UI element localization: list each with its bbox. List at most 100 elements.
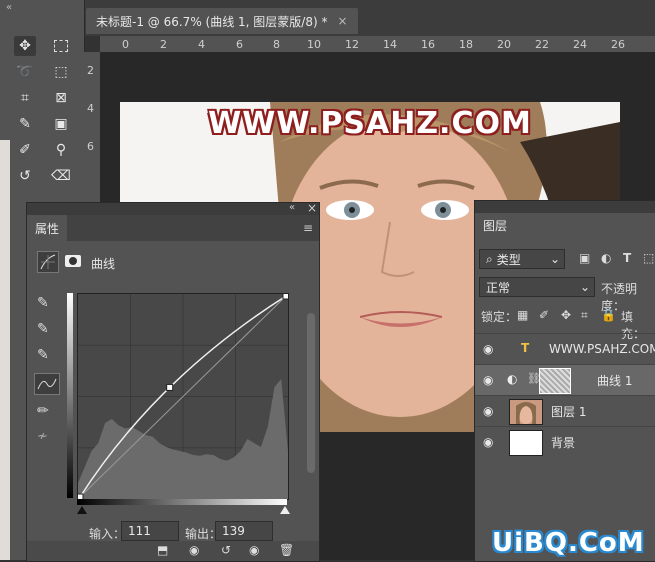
- layer-row-background[interactable]: ◉ 背景: [475, 426, 655, 457]
- lock-label: 锁定：: [481, 310, 518, 324]
- properties-tab-label: 属性: [35, 221, 60, 236]
- curve-control-point: [282, 292, 290, 300]
- set-gray-point-icon[interactable]: ✎: [37, 321, 49, 337]
- input-label: 输入：: [89, 527, 126, 541]
- blend-mode-select[interactable]: 正常 ⌄: [479, 277, 595, 297]
- lock-position-icon[interactable]: ✥: [561, 308, 571, 322]
- document-tab[interactable]: 未标题-1 @ 66.7% (曲线 1, 图层蒙版/8) * ×: [86, 8, 358, 34]
- ruler-tick: 10: [307, 38, 321, 51]
- curves-graph[interactable]: [76, 292, 290, 501]
- reset-icon[interactable]: ↺: [221, 543, 231, 557]
- curves-adjustment-icon[interactable]: [37, 251, 59, 273]
- stamp-tool-icon[interactable]: ⚲: [50, 140, 72, 160]
- ruler-tick: 0: [122, 38, 129, 51]
- eyedropper-tool-icon[interactable]: ✎: [14, 114, 36, 134]
- input-value-field[interactable]: 111: [121, 521, 179, 541]
- ruler-tick: 4: [198, 38, 205, 51]
- eye-icon[interactable]: ◉: [483, 342, 493, 356]
- properties-panel-header: « ×: [27, 201, 319, 215]
- layer-mask-thumbnail[interactable]: [539, 368, 571, 394]
- panel-menu-icon[interactable]: ≡: [303, 221, 313, 235]
- adjustment-layer-icon: ◐: [507, 372, 518, 386]
- toggle-visibility-icon[interactable]: ◉: [249, 543, 259, 557]
- ruler-tick: 2: [87, 64, 94, 77]
- input-value: 111: [128, 524, 151, 538]
- properties-tab-row: 属性 ≡: [27, 215, 319, 241]
- close-document-icon[interactable]: ×: [337, 14, 347, 28]
- layer-row-curves[interactable]: ◉ ◐ ⛓ 曲线 1: [475, 364, 655, 395]
- ruler-tick: 20: [497, 38, 511, 51]
- ruler-tick: 6: [236, 38, 243, 51]
- properties-footer: ⬒ ◉ ↺ ◉ 🗑: [27, 541, 319, 561]
- chevron-down-icon: ⌄: [579, 280, 590, 294]
- patch-tool-icon[interactable]: ▣: [50, 114, 72, 134]
- point-curve-tool-icon[interactable]: [34, 373, 60, 395]
- lock-transparent-icon[interactable]: ▦: [517, 308, 528, 322]
- layer-name: 图层 1: [551, 404, 587, 419]
- adjustment-filter-icon[interactable]: ◐: [601, 251, 611, 265]
- output-gradient-bar: [67, 293, 73, 498]
- ruler-tick: 26: [611, 38, 625, 51]
- tab-layers[interactable]: 图层: [475, 213, 515, 237]
- curve-graph-svg[interactable]: [76, 292, 290, 501]
- quick-select-tool-icon[interactable]: ⬚: [50, 62, 72, 82]
- eye-icon[interactable]: ◉: [483, 435, 493, 449]
- eye-icon[interactable]: ◉: [483, 404, 493, 418]
- eraser-tool-icon[interactable]: ⌫: [50, 166, 72, 186]
- ruler-tick: 4: [87, 102, 94, 115]
- text-layer-icon: T: [521, 341, 530, 355]
- history-brush-tool-icon[interactable]: ↺: [14, 166, 36, 186]
- close-panel-icon[interactable]: ×: [307, 201, 317, 215]
- ruler-horizontal: 0 2 4 6 8 10 12 14 16 18 20 22 24 26: [100, 36, 655, 53]
- properties-panel: « × 属性 ≡ 曲线 ✎ ✎ ✎ ✏ ≁ 输入： 111 输出： 139 ⬒ …: [26, 201, 320, 562]
- frame-tool-icon[interactable]: ⊠: [50, 88, 72, 108]
- output-value-field[interactable]: 139: [215, 521, 273, 541]
- set-black-point-icon[interactable]: ✎: [37, 295, 49, 311]
- layer-row-text[interactable]: ◉ T WWW.PSAHZ.COM: [475, 333, 655, 364]
- crop-tool-icon[interactable]: ⌗: [14, 88, 36, 108]
- ruler-tick: 16: [421, 38, 435, 51]
- ruler-tick: 24: [573, 38, 587, 51]
- clip-to-layer-icon[interactable]: ⬒: [157, 543, 168, 557]
- output-value: 139: [222, 524, 245, 538]
- layer-filter-select[interactable]: ⌕ 类型 ⌄: [479, 249, 565, 269]
- lock-artboard-icon[interactable]: ⌗: [581, 308, 588, 323]
- ruler-tick: 2: [160, 38, 167, 51]
- lock-all-icon[interactable]: 🔒: [601, 308, 616, 322]
- watermark-text: WWW.PSAHZ.COM: [208, 106, 532, 141]
- smooth-curve-icon[interactable]: ≁: [37, 429, 48, 444]
- view-previous-state-icon[interactable]: ◉: [189, 543, 199, 557]
- type-filter-icon[interactable]: T: [623, 251, 631, 265]
- collapse-toolbar-icon[interactable]: «: [6, 2, 12, 13]
- document-title: 未标题-1 @ 66.7% (曲线 1, 图层蒙版/8) *: [96, 14, 328, 29]
- white-point-slider[interactable]: [280, 506, 290, 514]
- layer-name: 曲线 1: [597, 373, 633, 388]
- mask-icon[interactable]: [65, 255, 81, 267]
- layers-header-bar: [475, 201, 655, 213]
- search-icon: ⌕: [486, 251, 493, 266]
- pencil-curve-tool-icon[interactable]: ✏: [37, 403, 49, 419]
- shape-filter-icon[interactable]: ⬚: [643, 251, 654, 265]
- layer-row-image[interactable]: ◉ 图层 1: [475, 395, 655, 426]
- move-tool-icon[interactable]: ✥: [14, 36, 36, 56]
- layer-name: 背景: [551, 435, 576, 450]
- set-white-point-icon[interactable]: ✎: [37, 347, 49, 363]
- collapse-panel-icon[interactable]: «: [289, 202, 295, 213]
- black-point-slider[interactable]: [77, 506, 87, 514]
- chevron-down-icon: ⌄: [549, 252, 560, 266]
- delete-icon[interactable]: 🗑: [279, 543, 294, 557]
- eye-icon[interactable]: ◉: [483, 373, 493, 387]
- image-filter-icon[interactable]: ▣: [579, 251, 590, 265]
- layer-name: WWW.PSAHZ.COM: [549, 342, 655, 356]
- site-logo: UiBQ.CoM: [492, 528, 645, 558]
- layer-thumbnail: [509, 399, 543, 425]
- layer-thumbnail: [509, 430, 543, 456]
- brush-tool-icon[interactable]: ✐: [14, 140, 36, 160]
- adjustment-name: 曲线: [91, 257, 116, 271]
- background-window-strip: [0, 140, 10, 560]
- marquee-tool-icon[interactable]: [50, 36, 72, 56]
- lock-paint-icon[interactable]: ✐: [539, 308, 549, 322]
- tab-properties[interactable]: 属性: [27, 215, 68, 241]
- lasso-tool-icon[interactable]: ➰: [14, 62, 36, 82]
- properties-scrollbar[interactable]: [307, 313, 315, 473]
